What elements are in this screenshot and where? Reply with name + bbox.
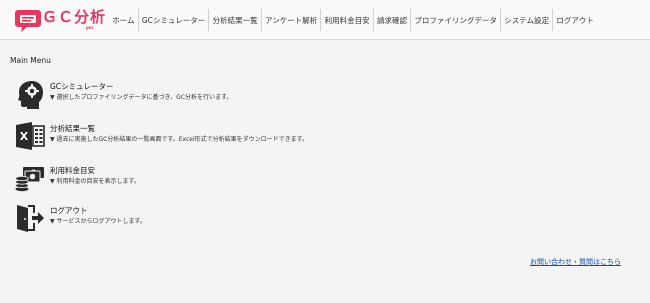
- menu-description: ▼ 選択したプロファイリングデータに基づき、GC分析を行います。: [50, 94, 233, 101]
- nav-billing[interactable]: 請求確認: [374, 9, 412, 31]
- menu-description: ▼ サービスからログアウトします。: [50, 218, 146, 225]
- nav-gc-simulator[interactable]: GCシミュレーター: [139, 9, 210, 31]
- menu-description: ▼ 過去に実施したGC分析結果の一覧画面です。Excel形式で分析結果をダウンロ…: [50, 136, 309, 143]
- logout-icon: [17, 205, 44, 232]
- contact-link[interactable]: お問い合わせ・質問はこちら: [530, 257, 621, 267]
- section-title: Main Menu: [10, 56, 51, 65]
- nav-survey-analysis[interactable]: アンケート解析: [262, 9, 322, 31]
- menu-item-logout[interactable]: ログアウト ▼ サービスからログアウトします。: [14, 202, 434, 234]
- excel-icon: X: [16, 122, 45, 150]
- nav-profiling-data[interactable]: プロファイリングデータ: [411, 9, 502, 31]
- menu-title: ログアウト: [50, 206, 88, 215]
- header: ＧＣ分析 pm ホーム GCシミュレーター 分析結果一覧 アンケート解析 利用料…: [0, 0, 650, 40]
- logo-subtext: pm: [86, 25, 94, 30]
- main-nav: ホーム GCシミュレーター 分析結果一覧 アンケート解析 利用料金目安 請求確認…: [109, 0, 597, 40]
- menu-item-fee-estimate[interactable]: 利用料金目安 ▼ 利用料金の目安を表示します。: [14, 162, 434, 194]
- menu-item-results-list[interactable]: X 分析結果一覧 ▼ 過去に実施したGC分析結果の一覧画面です。Excel形式で…: [14, 120, 434, 152]
- menu-description: ▼ 利用料金の目安を表示します。: [50, 178, 140, 185]
- nav-home[interactable]: ホーム: [109, 9, 139, 31]
- nav-results-list[interactable]: 分析結果一覧: [209, 9, 262, 31]
- menu-title: 利用料金目安: [50, 166, 95, 175]
- menu-title: GCシミュレーター: [50, 82, 114, 91]
- menu-title: 分析結果一覧: [50, 124, 95, 133]
- head-gear-icon: [18, 81, 43, 109]
- svg-text:X: X: [20, 130, 29, 143]
- menu-item-gc-simulator[interactable]: GCシミュレーター ▼ 選択したプロファイリングデータに基づき、GC分析を行いま…: [14, 78, 434, 110]
- chat-bubble-logo-icon: [15, 10, 41, 32]
- logo-text: ＧＣ分析: [42, 8, 107, 26]
- nav-logout[interactable]: ログアウト: [553, 9, 597, 31]
- logo[interactable]: ＧＣ分析 pm: [14, 5, 107, 35]
- nav-fee-estimate[interactable]: 利用料金目安: [321, 9, 374, 31]
- nav-system-settings[interactable]: システム設定: [501, 9, 554, 31]
- money-icon: [15, 167, 44, 192]
